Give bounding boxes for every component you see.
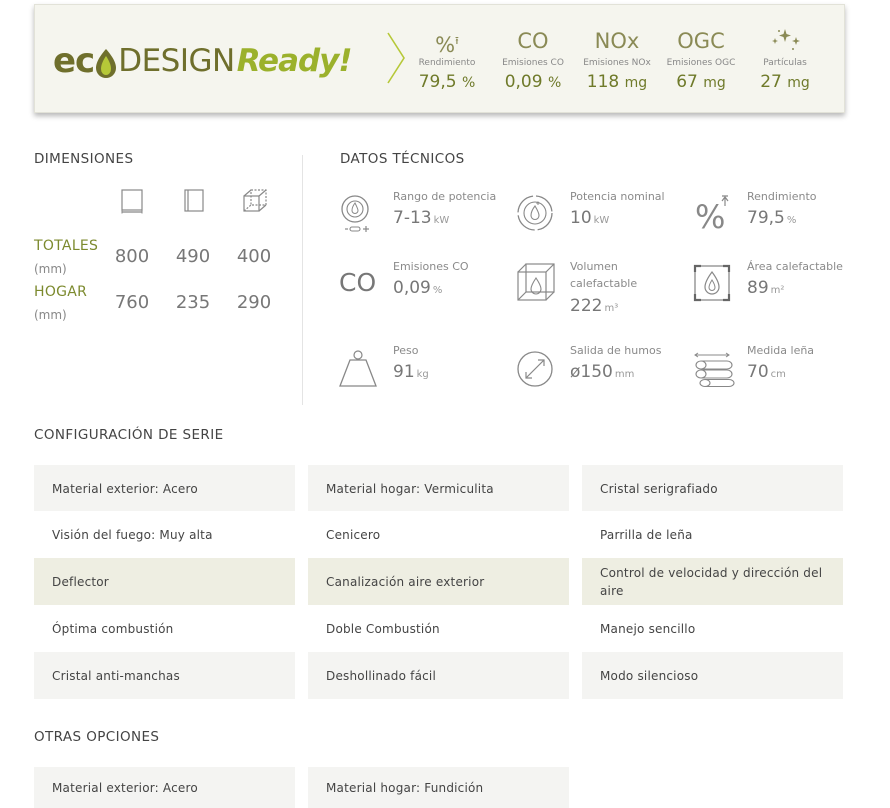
stat-label: Emisiones CO	[502, 58, 564, 68]
area-icon	[693, 264, 731, 302]
dim-hogar-depth: 290	[236, 292, 272, 313]
tech-label: Medida leña	[747, 344, 815, 357]
power-range-icon	[341, 195, 369, 232]
config-item: Modo silencioso	[582, 652, 843, 699]
stat-label: Emisiones OGC	[666, 58, 736, 68]
co-emissions-icon: CO	[339, 268, 377, 297]
dim-row-hogar-unit: (mm)	[34, 308, 67, 322]
leaf-icon	[96, 49, 117, 78]
firewood-icon	[694, 352, 735, 388]
logo-eco-text: ec	[53, 41, 95, 81]
stat-label: Rendimiento	[418, 58, 476, 68]
dim-row-hogar-label: HOGAR	[34, 284, 88, 300]
tech-firewood: Medida leña 70 cm	[693, 340, 863, 400]
stat-value: 0,09 %	[504, 72, 562, 92]
sparkle-icon	[747, 27, 823, 55]
tech-flue-outlet: Salida de humos ø150 mm	[516, 340, 686, 400]
tech-value: 91 kg	[393, 362, 429, 382]
tech-power-range: Rango de potencia 7-13 kW	[339, 186, 509, 246]
tech-efficiency: % Rendimiento 79,5%	[693, 186, 863, 246]
tech-label: Rendimiento	[747, 190, 817, 203]
dim-totales-depth: 400	[236, 246, 272, 267]
stat-value: 67 mg	[676, 72, 726, 92]
tech-label: Volumen calefactable	[570, 260, 638, 290]
dim-hogar-width: 760	[114, 292, 150, 313]
config-item: Canalización aire exterior	[308, 558, 569, 605]
height-icon	[184, 189, 204, 212]
stat-value: 79,5 %	[418, 72, 476, 92]
percent-icon: %⭱	[435, 33, 459, 57]
tech-value: 7-13 kW	[393, 208, 450, 228]
dim-totales-height: 490	[175, 246, 211, 267]
efficiency-icon: %	[695, 195, 729, 234]
config-item: Cenicero	[308, 511, 569, 558]
other-options-title: OTRAS OPCIONES	[34, 729, 160, 745]
depth-icon	[243, 189, 267, 212]
option-item: Material exterior: Acero	[34, 767, 295, 808]
tech-weight: Peso 91 kg	[339, 340, 509, 400]
dim-row-totales-label: TOTALES	[34, 238, 99, 254]
stat-particulas: Partículas 27 mg	[747, 27, 823, 93]
dimensions-title: DIMENSIONES	[34, 151, 134, 167]
tech-label: Potencia nominal	[570, 190, 665, 203]
tech-label: Peso	[393, 344, 419, 357]
tech-title: DATOS TÉCNICOS	[340, 151, 465, 167]
config-item: Material hogar: Vermiculita	[308, 465, 569, 512]
config-item: Doble Combustión	[308, 605, 569, 652]
stat-rendimiento: %⭱ Rendimiento 79,5 %	[409, 27, 485, 93]
tech-value: 79,5%	[747, 208, 797, 228]
tech-value: 70 cm	[747, 362, 786, 382]
stat-value: 118 mg	[586, 72, 648, 92]
tech-area: Área calefactable 89 m²	[693, 256, 863, 316]
tech-label: Salida de humos	[570, 344, 662, 357]
config-item: Cristal serigrafiado	[582, 465, 843, 512]
logo-design-text: DESIGN	[118, 43, 235, 79]
volume-icon	[517, 263, 555, 301]
tech-value: 89 m²	[747, 278, 785, 298]
ogc-symbol: OGC	[677, 29, 725, 53]
logo-ready-text: Ready!	[236, 43, 353, 79]
nox-symbol: NOx	[594, 29, 640, 53]
tech-value: 222 m³	[570, 296, 619, 316]
tech-label: Emisiones CO	[393, 260, 469, 273]
tech-value: ø150 mm	[570, 362, 635, 382]
weight-icon	[339, 350, 377, 387]
dim-hogar-height: 235	[175, 292, 211, 313]
stat-ogc: OGC Emisiones OGC 67 mg	[663, 27, 739, 93]
tech-label: Rango de potencia	[393, 190, 497, 203]
section-divider	[302, 155, 303, 405]
tech-value: 10 kW	[570, 208, 610, 228]
svg-text:%: %	[695, 198, 725, 234]
series-config-title: CONFIGURACIÓN DE SERIE	[34, 427, 224, 443]
dim-row-totales-unit: (mm)	[34, 262, 67, 276]
stat-label: Emisiones NOx	[583, 58, 651, 68]
tech-value: 0,09%	[393, 278, 443, 298]
tech-nominal-power: Potencia nominal 10 kW	[516, 186, 686, 246]
stat-value: 27 mg	[760, 72, 810, 92]
config-item: Visión del fuego: Muy alta	[34, 511, 295, 558]
chevron-right-icon	[387, 32, 405, 84]
tech-label: Área calefactable	[747, 260, 843, 273]
ecodesign-banner: ec DESIGN Ready! %⭱ Rendimiento 79,5 % C…	[34, 4, 845, 113]
tech-co-emissions: CO Emisiones CO 0,09%	[339, 256, 509, 316]
config-item: Óptima combustión	[34, 605, 295, 652]
flue-outlet-icon	[517, 351, 553, 387]
config-item: Manejo sencillo	[582, 605, 843, 652]
config-item: Control de velocidad y dirección del air…	[582, 558, 843, 605]
option-item: Material hogar: Fundición	[308, 767, 569, 808]
config-item: Parrilla de leña	[582, 511, 843, 558]
stat-nox: NOx Emisiones NOx 118 mg	[579, 27, 655, 93]
config-item: Deshollinado fácil	[308, 652, 569, 699]
config-item: Cristal anti-manchas	[34, 652, 295, 699]
config-item: Material exterior: Acero	[34, 465, 295, 512]
config-item: Deflector	[34, 558, 295, 605]
stat-label: Partículas	[763, 58, 807, 68]
nominal-power-icon	[517, 195, 553, 231]
tech-volume: Volumen calefactable 222 m³	[516, 256, 686, 324]
ecodesign-logo: ec DESIGN Ready!	[53, 41, 353, 81]
stat-co: CO Emisiones CO 0,09 %	[495, 27, 571, 93]
co-symbol: CO	[517, 29, 549, 53]
dim-totales-width: 800	[114, 246, 150, 267]
width-icon	[121, 189, 143, 214]
